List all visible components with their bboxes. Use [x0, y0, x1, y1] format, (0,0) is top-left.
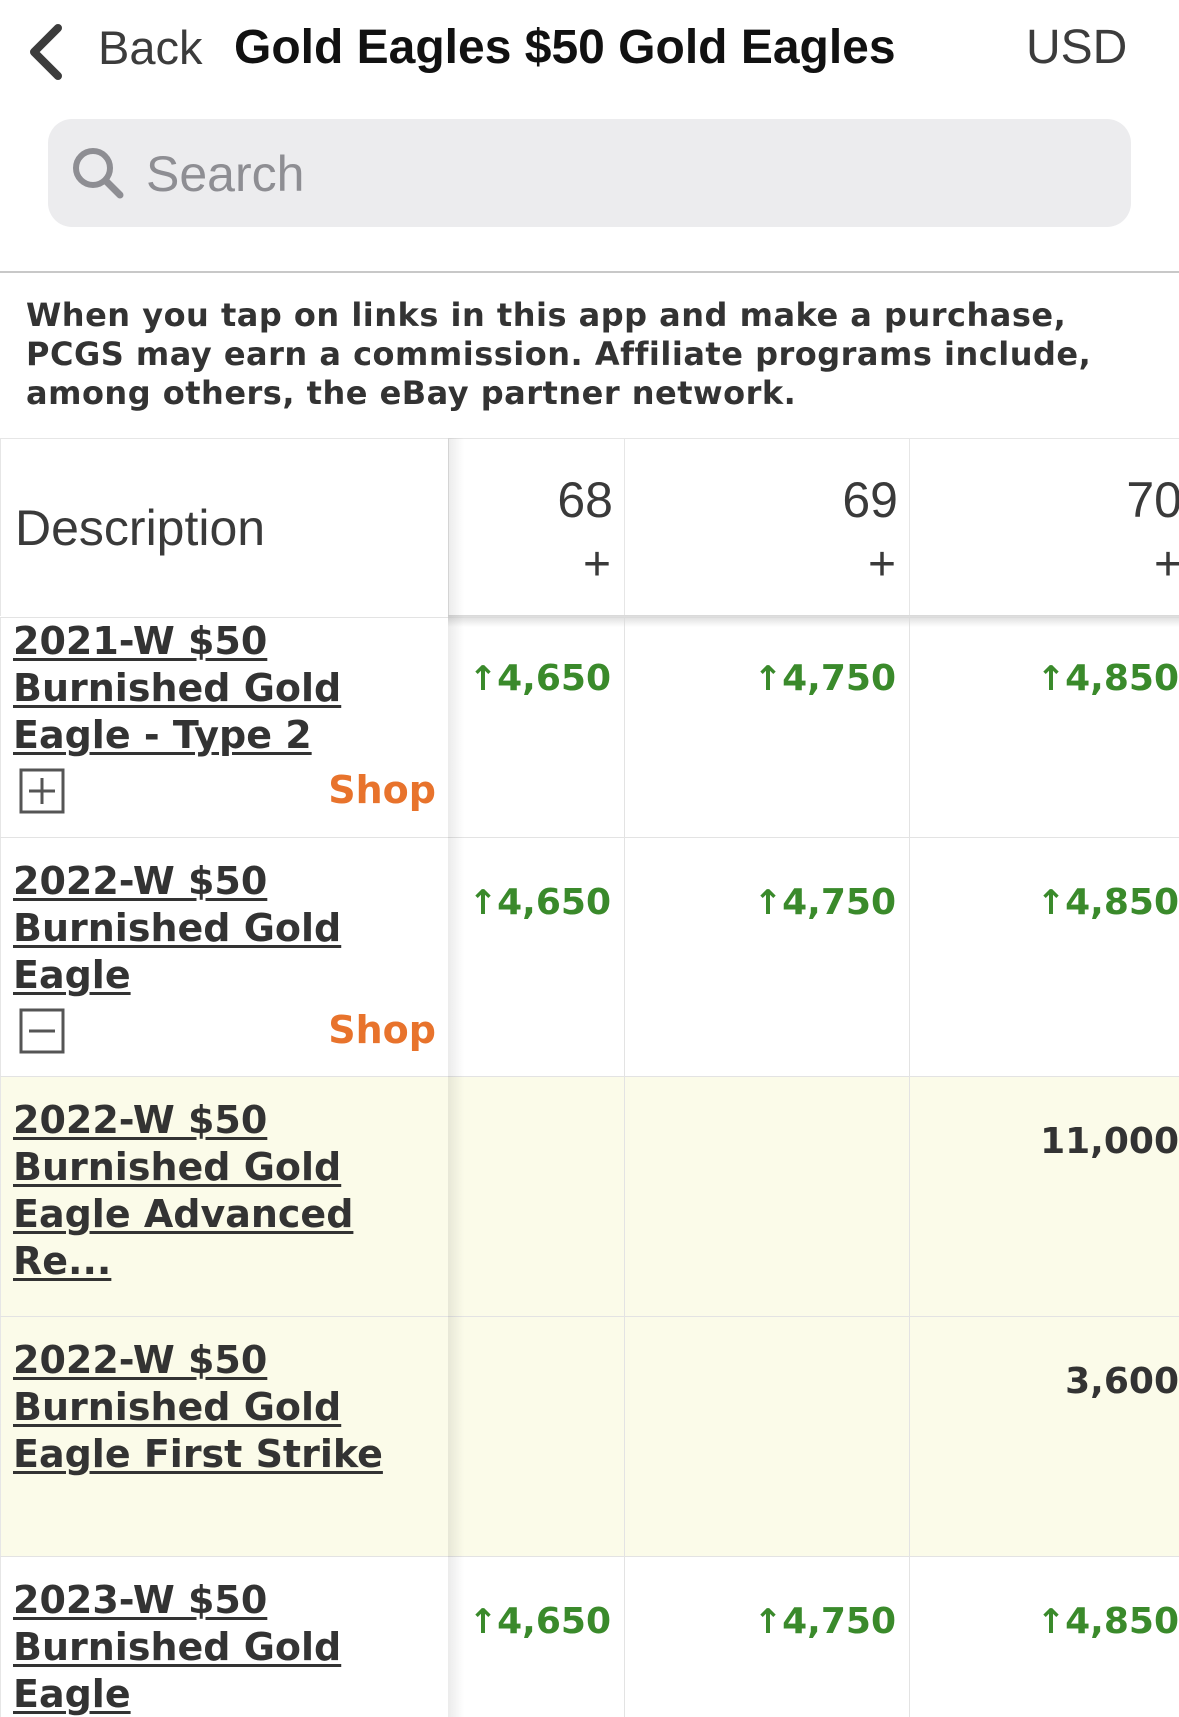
price-cell[interactable]: ↑4,650: [469, 882, 611, 923]
column-divider: [909, 1557, 910, 1717]
trend-up-icon: ↑: [753, 1602, 783, 1642]
price-value: 3,600: [1065, 1361, 1179, 1402]
grade-column-header-69[interactable]: 69 +: [624, 438, 910, 616]
description-header-label: Description: [15, 500, 266, 556]
grade-plus-label: +: [867, 538, 896, 591]
grade-column-header-70[interactable]: 70 +: [909, 438, 1179, 616]
column-divider: [624, 1317, 625, 1557]
coin-description-link[interactable]: 2022-W $50 Burnished Gold Eagle: [13, 858, 443, 999]
description-cell: 2022-W $50 Burnished Gold Eagle Advanced…: [0, 1077, 448, 1317]
grade-plus-label: +: [582, 538, 611, 591]
affiliate-disclaimer: When you tap on links in this app and ma…: [26, 296, 1092, 412]
price-cell[interactable]: 11,000: [1040, 1121, 1179, 1162]
grade-label: 70: [1126, 472, 1179, 528]
coin-description-link[interactable]: 2022-W $50 Burnished Gold Eagle Advanced…: [13, 1097, 443, 1285]
currency-button[interactable]: USD: [1026, 20, 1127, 75]
price-value: 4,850: [1065, 658, 1179, 699]
grade-plus-label: +: [1153, 538, 1179, 591]
price-value: 4,750: [782, 658, 896, 699]
trend-up-icon: ↑: [753, 883, 783, 923]
price-value: 11,000: [1040, 1121, 1179, 1162]
column-divider: [909, 1317, 910, 1557]
price-cell[interactable]: ↑4,850: [1037, 658, 1179, 699]
column-divider: [624, 1077, 625, 1317]
grade-label: 68: [557, 472, 613, 528]
description-cell: 2022-W $50 Burnished Gold Eagle Shop: [0, 838, 448, 1077]
header-shadow: [448, 615, 1179, 627]
trend-up-icon: ↑: [1036, 883, 1066, 923]
price-table: Description 68 + 69 + 70 + 2021-W $50 Bu…: [0, 438, 1179, 1717]
page-title: Gold Eagles $50 Gold Eagles: [234, 21, 896, 74]
nav-bar: Back Gold Eagles $50 Gold Eagles USD: [0, 0, 1179, 100]
price-value: 4,650: [497, 1601, 611, 1642]
table-row: 2023-W $50 Burnished Gold Eagle ↑4,650 ↑…: [0, 1556, 1179, 1717]
description-cell: 2022-W $50 Burnished Gold Eagle First St…: [0, 1317, 448, 1557]
search-bar[interactable]: [48, 119, 1131, 227]
description-cell: 2021-W $50 Burnished Gold Eagle - Type 2…: [0, 618, 448, 838]
expand-icon[interactable]: [19, 768, 65, 814]
price-cell[interactable]: 3,600: [1065, 1361, 1179, 1402]
trend-up-icon: ↑: [468, 1602, 498, 1642]
description-cell: 2023-W $50 Burnished Gold Eagle: [0, 1557, 448, 1717]
table-row: 2022-W $50 Burnished Gold Eagle Advanced…: [0, 1076, 1179, 1317]
price-cell[interactable]: ↑4,750: [754, 882, 896, 923]
search-icon: [73, 148, 124, 199]
column-divider: [624, 1557, 625, 1717]
collapse-icon[interactable]: [19, 1008, 65, 1054]
coin-description-link[interactable]: 2021-W $50 Burnished Gold Eagle - Type 2: [13, 618, 443, 759]
price-value: 4,650: [497, 882, 611, 923]
column-divider: [909, 618, 910, 838]
table-row: 2022-W $50 Burnished Gold Eagle First St…: [0, 1316, 1179, 1557]
price-value: 4,850: [1065, 1601, 1179, 1642]
price-cell[interactable]: ↑4,850: [1037, 882, 1179, 923]
coin-description-link[interactable]: 2023-W $50 Burnished Gold Eagle: [13, 1577, 443, 1717]
chevron-left-icon[interactable]: [24, 22, 68, 82]
grade-label: 69: [842, 472, 898, 528]
column-divider: [624, 618, 625, 838]
trend-up-icon: ↑: [468, 883, 498, 923]
table-row: 2022-W $50 Burnished Gold Eagle Shop ↑4,…: [0, 837, 1179, 1077]
trend-up-icon: ↑: [753, 659, 783, 699]
divider: [0, 271, 1179, 273]
trend-up-icon: ↑: [1036, 1602, 1066, 1642]
price-cell[interactable]: ↑4,850: [1037, 1601, 1179, 1642]
back-button[interactable]: Back: [98, 20, 203, 75]
shop-link[interactable]: Shop: [328, 768, 436, 812]
search-input[interactable]: [144, 143, 1048, 205]
shop-link[interactable]: Shop: [328, 1008, 436, 1052]
coin-description-link[interactable]: 2022-W $50 Burnished Gold Eagle First St…: [13, 1337, 443, 1478]
price-value: 4,750: [782, 1601, 896, 1642]
price-cell[interactable]: ↑4,750: [754, 1601, 896, 1642]
trend-up-icon: ↑: [468, 659, 498, 699]
grade-column-header-68[interactable]: 68 +: [448, 438, 625, 616]
price-value: 4,850: [1065, 882, 1179, 923]
trend-up-icon: ↑: [1036, 659, 1066, 699]
price-cell[interactable]: ↑4,650: [469, 1601, 611, 1642]
column-divider: [624, 838, 625, 1077]
price-cell[interactable]: ↑4,750: [754, 658, 896, 699]
price-cell[interactable]: ↑4,650: [469, 658, 611, 699]
price-value: 4,750: [782, 882, 896, 923]
column-divider: [909, 1077, 910, 1317]
description-column-header[interactable]: Description: [0, 438, 449, 616]
table-row: 2021-W $50 Burnished Gold Eagle - Type 2…: [0, 617, 1179, 838]
price-value: 4,650: [497, 658, 611, 699]
column-divider: [909, 838, 910, 1077]
